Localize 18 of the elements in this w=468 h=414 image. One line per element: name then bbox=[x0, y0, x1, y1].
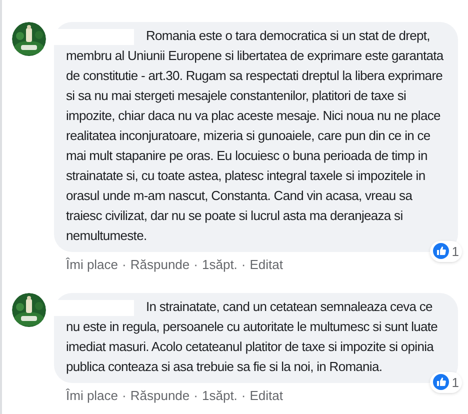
separator-dot: · bbox=[122, 257, 126, 273]
separator-dot: · bbox=[241, 257, 246, 273]
separator-dot: · bbox=[241, 388, 246, 404]
comment-meta: 1săpt. bbox=[202, 257, 238, 273]
action-link[interactable]: Răspunde bbox=[130, 388, 190, 404]
action-link[interactable]: Îmi place bbox=[66, 388, 118, 404]
separator-dot: · bbox=[194, 388, 198, 404]
action-link[interactable]: Răspunde bbox=[130, 257, 190, 273]
separator-dot: · bbox=[194, 257, 198, 273]
thumbs-up-icon bbox=[432, 374, 449, 390]
thumbs-up-icon bbox=[432, 243, 449, 260]
action-link[interactable]: Îmi place bbox=[66, 257, 118, 273]
comment-meta: 1săpt. bbox=[202, 388, 238, 404]
reaction-count[interactable]: 1 bbox=[430, 240, 462, 262]
comment-meta: Editat bbox=[250, 257, 284, 273]
reaction-count[interactable]: 1 bbox=[430, 372, 462, 393]
comment-meta: Editat bbox=[250, 388, 284, 404]
separator-dot: · bbox=[122, 388, 126, 404]
